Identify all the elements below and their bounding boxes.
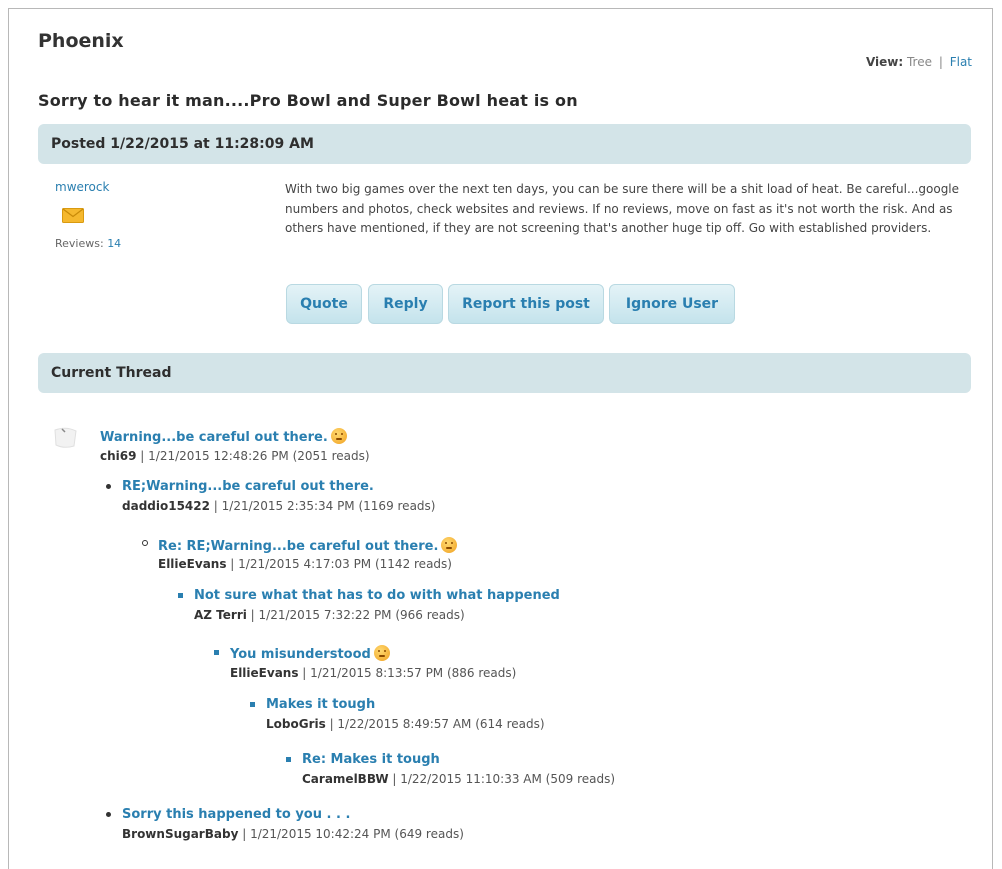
ignore-user-button[interactable]: Ignore User — [609, 284, 735, 324]
thread-item-title[interactable]: Warning...be careful out there. — [100, 428, 347, 445]
thread-item-meta: AZ Terri | 1/21/2015 7:32:22 PM (966 rea… — [194, 608, 465, 622]
thread-item-user: daddio15422 — [122, 499, 210, 513]
posted-header: Posted 1/22/2015 at 11:28:09 AM — [38, 124, 971, 164]
bullet-disc-icon — [106, 484, 111, 489]
thread-item-meta: BrownSugarBaby | 1/21/2015 10:42:24 PM (… — [122, 827, 464, 841]
thread-item-title-text[interactable]: Makes it tough — [266, 697, 375, 712]
thread-item-title-text[interactable]: Re: Makes it tough — [302, 752, 440, 767]
thread-item-info: | 1/21/2015 12:48:26 PM (2051 reads) — [136, 449, 370, 463]
thread-item-title-text[interactable]: Sorry this happened to you . . . — [122, 807, 350, 822]
view-flat-link[interactable]: Flat — [950, 55, 972, 69]
view-separator: | — [938, 55, 943, 69]
quote-button[interactable]: Quote — [286, 284, 362, 324]
thread-item-info: | 1/21/2015 8:13:57 PM (886 reads) — [298, 666, 517, 680]
report-post-button[interactable]: Report this post — [448, 284, 604, 324]
thread-item-user: chi69 — [100, 449, 137, 463]
thread-item-user: EllieEvans — [230, 666, 299, 680]
sad-emoji-icon — [441, 537, 458, 553]
bullet-square-icon — [178, 593, 183, 598]
thread-item-title-text[interactable]: Not sure what that has to do with what h… — [194, 588, 560, 603]
thread-item-info: | 1/22/2015 11:10:33 AM (509 reads) — [388, 772, 616, 786]
thread-item-title-text[interactable]: You misunderstood — [230, 647, 371, 662]
bullet-disc-icon — [106, 812, 111, 817]
bullet-square-icon — [250, 702, 255, 707]
view-tree-option[interactable]: Tree — [907, 55, 932, 69]
reviews-label: Reviews: — [55, 237, 104, 250]
thread-item-title[interactable]: Not sure what that has to do with what h… — [194, 588, 560, 603]
reviews-count-link[interactable]: 14 — [107, 237, 121, 250]
thread-item-title[interactable]: Re: RE;Warning...be careful out there. — [158, 537, 458, 554]
thread-item-meta: EllieEvans | 1/21/2015 8:13:57 PM (886 r… — [230, 666, 516, 680]
thread-item-title[interactable]: You misunderstood — [230, 645, 390, 662]
thread-item-title[interactable]: Sorry this happened to you . . . — [122, 807, 350, 822]
thread-item-title-text[interactable]: RE;Warning...be careful out there. — [122, 479, 374, 494]
view-switch: View: Tree | Flat — [866, 55, 972, 69]
view-label: View: — [865, 55, 904, 69]
thread-item-user: LoboGris — [266, 717, 326, 731]
post-body: With two big games over the next ten day… — [285, 182, 960, 235]
thread-item-user: AZ Terri — [194, 608, 247, 622]
sad-emoji-icon — [373, 645, 390, 661]
reviews: Reviews: 14 — [55, 237, 121, 250]
thread-item-info: | 1/22/2015 8:49:57 AM (614 reads) — [325, 717, 545, 731]
thread-item-title[interactable]: RE;Warning...be careful out there. — [122, 479, 374, 494]
thread-item-title-text[interactable]: Re: RE;Warning...be careful out there. — [158, 539, 438, 554]
bullet-square-icon — [214, 650, 219, 655]
thread-item-meta: chi69 | 1/21/2015 12:48:26 PM (2051 read… — [100, 449, 370, 463]
thread-item-meta: CaramelBBW | 1/22/2015 11:10:33 AM (509 … — [302, 772, 615, 786]
bullet-circle-icon — [142, 540, 148, 546]
thread-item-info: | 1/21/2015 2:35:34 PM (1169 reads) — [209, 499, 436, 513]
bullet-square-icon — [286, 757, 291, 762]
sad-emoji-icon — [330, 428, 347, 444]
thread-item-info: | 1/21/2015 4:17:03 PM (1142 reads) — [226, 557, 452, 571]
thread-item-title-text[interactable]: Warning...be careful out there. — [100, 430, 328, 445]
thread-item-user: BrownSugarBaby — [122, 827, 239, 841]
thread-item-title[interactable]: Re: Makes it tough — [302, 752, 440, 767]
thread-item-meta: daddio15422 | 1/21/2015 2:35:34 PM (1169… — [122, 499, 435, 513]
author-link[interactable]: mwerock — [55, 180, 109, 194]
thread-item-user: EllieEvans — [158, 557, 227, 571]
thread-root-icon — [54, 427, 77, 448]
thread-item-meta: EllieEvans | 1/21/2015 4:17:03 PM (1142 … — [158, 557, 452, 571]
thread-item-meta: LoboGris | 1/22/2015 8:49:57 AM (614 rea… — [266, 717, 545, 731]
forum-title: Phoenix — [38, 30, 124, 52]
thread-item-info: | 1/21/2015 10:42:24 PM (649 reads) — [238, 827, 464, 841]
reply-button[interactable]: Reply — [368, 284, 443, 324]
post-subject: Sorry to hear it man....Pro Bowl and Sup… — [38, 91, 578, 110]
mail-icon[interactable] — [62, 208, 84, 223]
thread-item-info: | 1/21/2015 7:32:22 PM (966 reads) — [246, 608, 465, 622]
current-thread-header: Current Thread — [38, 353, 971, 393]
thread-item-user: CaramelBBW — [302, 772, 389, 786]
thread-item-title[interactable]: Makes it tough — [266, 697, 375, 712]
